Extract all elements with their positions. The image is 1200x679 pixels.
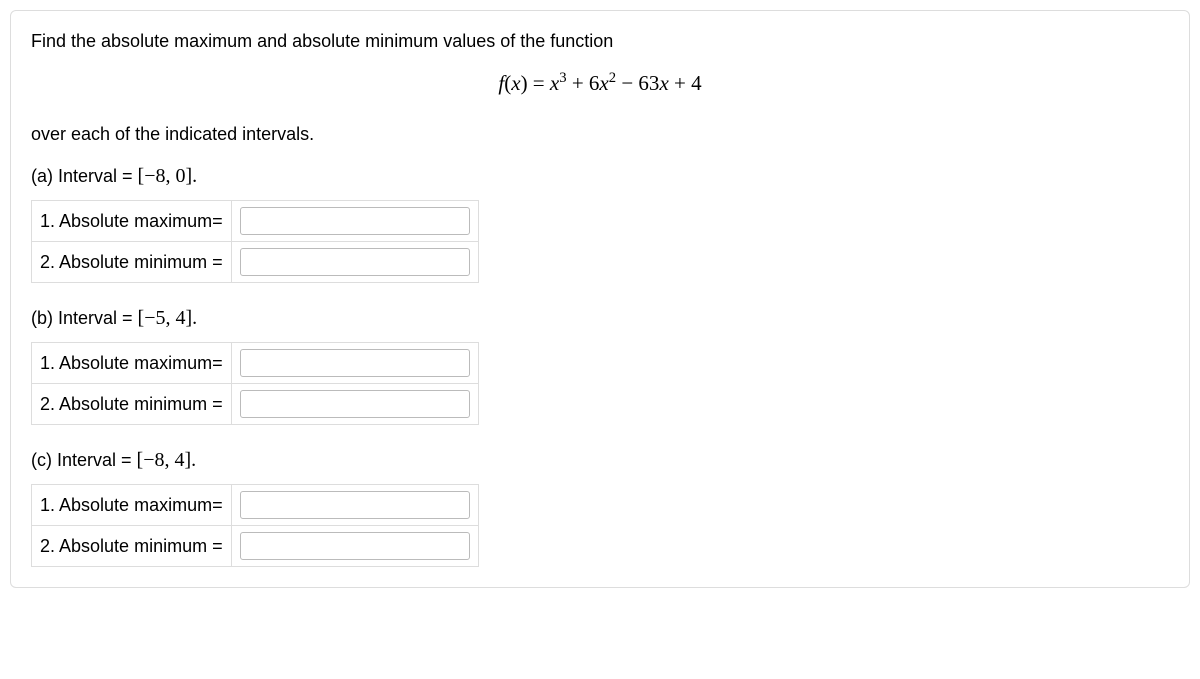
part-c-min-label: 2. Absolute minimum = [32,526,232,567]
part-a-max-label: 1. Absolute maximum= [32,201,232,242]
part-a-table: 1. Absolute maximum= 2. Absolute minimum… [31,200,479,283]
part-a-prefix: (a) Interval = [31,166,138,186]
table-row: 1. Absolute maximum= [32,201,479,242]
table-row: 1. Absolute maximum= [32,343,479,384]
part-a-max-input[interactable] [240,207,470,235]
part-b-table: 1. Absolute maximum= 2. Absolute minimum… [31,342,479,425]
table-row: 2. Absolute minimum = [32,526,479,567]
answer-cell [231,201,478,242]
part-c-interval: [−8, 4] [137,449,192,471]
table-row: 1. Absolute maximum= [32,485,479,526]
part-b-prefix: (b) Interval = [31,308,138,328]
part-b-min-label: 2. Absolute minimum = [32,384,232,425]
part-c-table: 1. Absolute maximum= 2. Absolute minimum… [31,484,479,567]
part-a-min-label: 2. Absolute minimum = [32,242,232,283]
part-b-max-input[interactable] [240,349,470,377]
answer-cell [231,526,478,567]
part-a-label: (a) Interval = [−8, 0]. [31,165,1169,188]
answer-cell [231,242,478,283]
part-c-label: (c) Interval = [−8, 4]. [31,449,1169,472]
intro-text: Find the absolute maximum and absolute m… [31,31,1169,52]
part-c-min-input[interactable] [240,532,470,560]
function-equation: f(x) = x3 + 6x2 − 63x + 4 [31,70,1169,96]
answer-cell [231,485,478,526]
table-row: 2. Absolute minimum = [32,242,479,283]
part-b-label: (b) Interval = [−5, 4]. [31,307,1169,330]
part-c-max-input[interactable] [240,491,470,519]
part-b-min-input[interactable] [240,390,470,418]
problem-container: Find the absolute maximum and absolute m… [10,10,1190,588]
part-a-min-input[interactable] [240,248,470,276]
part-a-interval: [−8, 0] [138,165,193,187]
part-b-interval: [−5, 4] [138,307,193,329]
part-c-prefix: (c) Interval = [31,450,137,470]
part-b-max-label: 1. Absolute maximum= [32,343,232,384]
answer-cell [231,384,478,425]
over-text: over each of the indicated intervals. [31,124,1169,145]
part-c-max-label: 1. Absolute maximum= [32,485,232,526]
answer-cell [231,343,478,384]
table-row: 2. Absolute minimum = [32,384,479,425]
